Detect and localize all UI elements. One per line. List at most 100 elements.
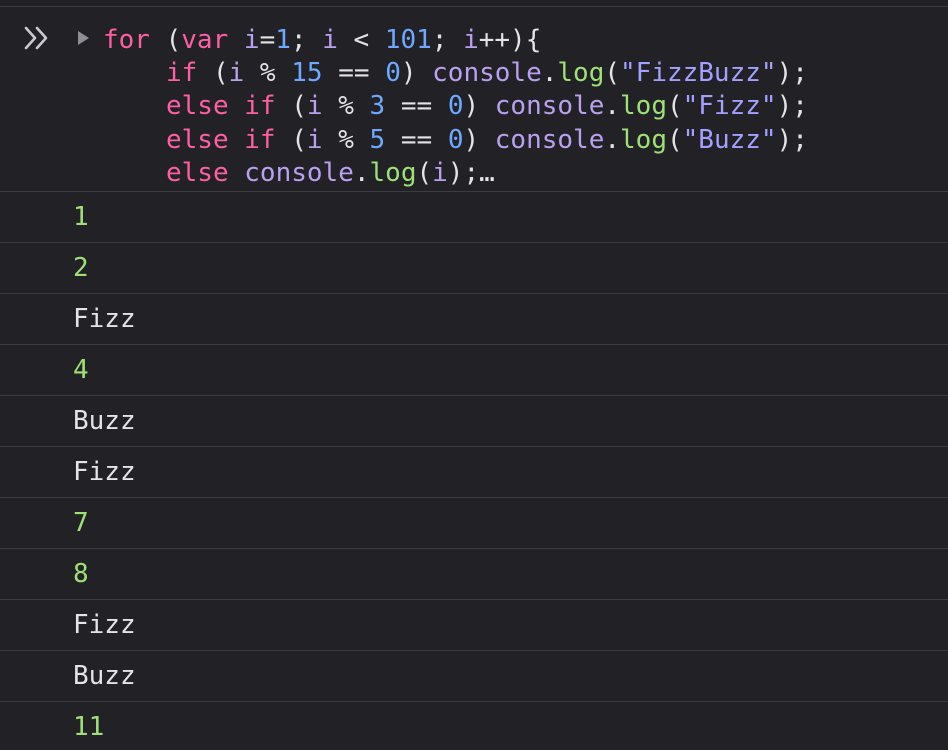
console-output-row: 1 (0, 192, 948, 243)
code-token: % (244, 58, 292, 88)
code-line: else if (i % 5 == 0) console.log("Buzz")… (166, 123, 808, 157)
code-token: else (166, 158, 229, 188)
code-token: else (166, 91, 229, 121)
code-token: ; (290, 25, 323, 55)
code-token: ); (776, 125, 808, 155)
code-line: for (var i=1; i < 101; i++){ (103, 23, 541, 57)
output-value: Fizz (73, 304, 136, 334)
code-token: % (322, 125, 370, 155)
code-line: else console.log(i);… (166, 156, 495, 190)
code-token: 5 (369, 125, 386, 155)
console-output-row: Fizz (0, 447, 948, 498)
code-token: ( (666, 125, 683, 155)
code-token: i (228, 58, 245, 88)
console-output-row: Fizz (0, 294, 948, 345)
code-token: 1 (275, 25, 291, 55)
code-token: ); (776, 58, 808, 88)
code-token: log (620, 125, 667, 155)
output-value: 1 (73, 202, 89, 232)
code-token: if (244, 91, 276, 121)
console-output-list: 1 2 Fizz 4 Buzz Fizz 7 8 Fizz Buzz 11 (0, 192, 948, 750)
code-token: 0 (385, 58, 401, 88)
code-token: i (306, 91, 323, 121)
code-token: console (244, 158, 354, 188)
output-value: 8 (73, 559, 89, 589)
console-output-row: Buzz (0, 396, 948, 447)
output-value: 4 (73, 355, 89, 385)
code-token: "Fizz" (682, 91, 777, 121)
code-token: if (244, 125, 276, 155)
code-token: … (479, 158, 495, 188)
code-token: 15 (291, 58, 323, 88)
code-token: 0 (447, 91, 464, 121)
code-line: else if (i % 3 == 0) console.log("Fizz")… (166, 89, 808, 123)
code-token: ( (197, 58, 229, 88)
code-token: == (385, 125, 448, 155)
code-token: ); (447, 158, 480, 188)
code-token: ( (275, 91, 307, 121)
code-token: else (166, 125, 229, 155)
disclosure-triangle-icon[interactable] (76, 30, 90, 46)
code-token: . (604, 125, 621, 155)
code-token: i (243, 25, 260, 55)
console-output-row: Buzz (0, 651, 948, 702)
code-token: for (103, 25, 150, 55)
code-token: ) (400, 58, 433, 88)
code-token: . (353, 158, 370, 188)
console-output-row: 4 (0, 345, 948, 396)
console-input-entry[interactable]: for (var i=1; i < 101; i++){ if (i % 15 … (0, 7, 948, 192)
code-token: < (337, 25, 385, 55)
code-token: ( (604, 58, 621, 88)
code-token: ++){ (478, 25, 542, 55)
top-divider (0, 0, 948, 7)
console-output-row: 11 (0, 702, 948, 750)
code-token: == (385, 91, 448, 121)
code-token: ( (416, 158, 433, 188)
code-token: console (494, 125, 605, 155)
code-token: ); (776, 91, 808, 121)
code-token: i (306, 125, 323, 155)
console-output-row: 7 (0, 498, 948, 549)
code-token: log (620, 91, 667, 121)
code-token: i (463, 25, 479, 55)
code-token: ( (666, 91, 683, 121)
code-token: log (557, 58, 605, 88)
code-token: "Buzz" (682, 125, 777, 155)
output-value: Fizz (73, 457, 136, 487)
output-value: Buzz (73, 661, 136, 691)
output-value: 7 (73, 508, 89, 538)
output-value: 2 (73, 253, 89, 283)
code-token: 3 (369, 91, 386, 121)
code-token: . (604, 91, 621, 121)
code-token: i (322, 25, 338, 55)
output-value: Fizz (73, 610, 136, 640)
code-token: console (432, 58, 542, 88)
code-token: if (166, 58, 198, 88)
console-output-row: Fizz (0, 600, 948, 651)
code-token: console (494, 91, 605, 121)
code-line: if (i % 15 == 0) console.log("FizzBuzz")… (166, 56, 808, 90)
console-output-row: 2 (0, 243, 948, 294)
code-token: = (259, 25, 276, 55)
code-token: 0 (447, 125, 464, 155)
console-output-row: 8 (0, 549, 948, 600)
code-token: ) (463, 91, 495, 121)
code-token: ( (275, 125, 307, 155)
output-value: 11 (73, 712, 105, 742)
code-token: . (541, 58, 558, 88)
code-token: 101 (384, 25, 432, 55)
code-token: log (369, 158, 417, 188)
console-panel: for (var i=1; i < 101; i++){ if (i % 15 … (0, 0, 948, 750)
code-token: var (181, 25, 229, 55)
code-token: ( (149, 25, 182, 55)
code-token: ; (431, 25, 464, 55)
prompt-chevrons-icon (24, 26, 48, 50)
code-token: "FizzBuzz" (620, 58, 777, 88)
code-token: i (432, 158, 448, 188)
code-token: ) (463, 125, 495, 155)
code-token: % (322, 91, 370, 121)
